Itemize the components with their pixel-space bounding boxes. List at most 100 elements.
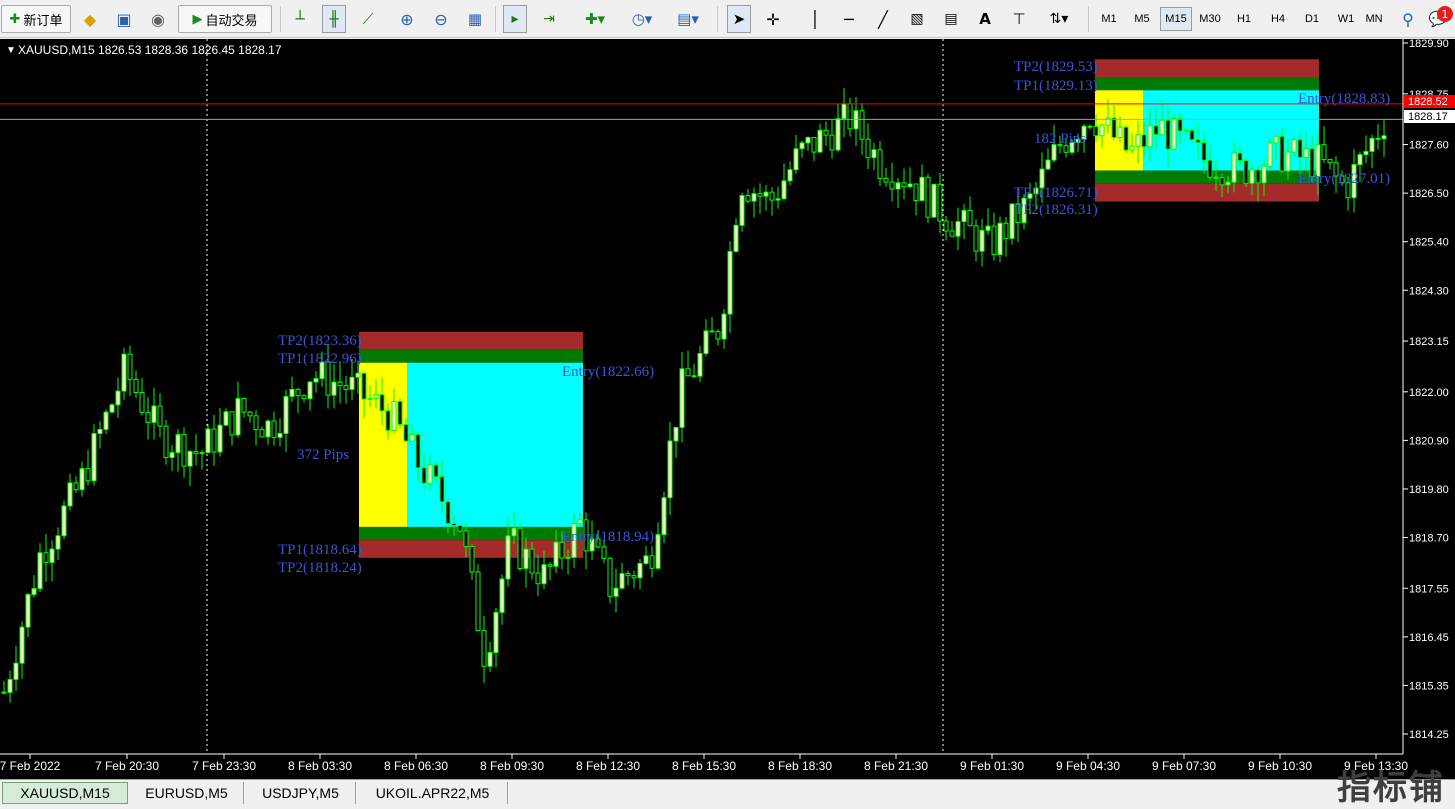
tab-ukoil-apr22-m5[interactable]: UKOIL.APR22,M5 [358, 782, 508, 804]
box2-entry-top-label: Entry(1828.83) [1298, 91, 1390, 107]
periods-dropdown-icon[interactable]: ◷▾ [624, 5, 660, 33]
templates-dropdown-icon[interactable]: ▤▾ [670, 5, 706, 33]
zoom-in-icon[interactable]: ⊕ [395, 5, 419, 33]
candle-body [727, 250, 733, 315]
candle-body [901, 182, 907, 188]
candle-body [925, 176, 931, 218]
candle-body [253, 415, 259, 431]
text-label-icon[interactable]: ⊤ [1007, 5, 1031, 33]
price-tick-label: 1820.90 [1409, 435, 1449, 447]
watermark-logo: 指标铺 [1337, 768, 1445, 808]
candle-body [907, 183, 913, 188]
candle-body [1369, 137, 1375, 152]
trendline-icon[interactable]: ╱ [871, 5, 895, 33]
tile-windows-icon[interactable]: ▦ [463, 5, 487, 33]
candle-body [955, 221, 961, 237]
candle-body [637, 562, 643, 579]
auto-trading-button[interactable]: ▶ 自动交易 [178, 5, 272, 33]
box2-tp1-top-band [1095, 76, 1319, 91]
candle-body [385, 410, 391, 431]
candle-body [1357, 154, 1363, 166]
candle-body [1045, 159, 1051, 170]
timeframe-h1[interactable]: H1 [1228, 7, 1260, 31]
search-icon[interactable]: ⚲ [1396, 5, 1420, 33]
candle-body [1237, 152, 1243, 162]
candle-body [553, 541, 559, 567]
candle-body [451, 523, 457, 527]
candle-body [295, 388, 301, 397]
candle-body [1231, 152, 1237, 183]
candle-body [799, 142, 805, 150]
candle-body [1225, 181, 1231, 186]
candle-body [1165, 119, 1171, 150]
timeframe-m15[interactable]: M15 [1160, 7, 1192, 31]
text-tool-icon[interactable]: A [973, 5, 997, 33]
candle-body [427, 464, 433, 484]
chart-collapse-icon[interactable]: ▼ [6, 45, 16, 56]
box2-pips-label: 182 Pips [1034, 131, 1086, 147]
candle-body [301, 395, 307, 400]
signals-icon[interactable]: ◉ [146, 5, 170, 33]
candle-body [49, 548, 55, 563]
last-price-label: 1828.17 [1408, 111, 1448, 123]
timeframe-w1[interactable]: W1 [1330, 7, 1362, 31]
candle-body [1213, 176, 1219, 179]
timeframe-m5[interactable]: M5 [1126, 7, 1158, 31]
candle-body [1285, 151, 1291, 172]
market-watch-icon[interactable]: ◆ [78, 5, 102, 33]
price-tick-label: 1822.00 [1409, 387, 1449, 399]
tab-usdjpy-m5[interactable]: USDJPY,M5 [246, 782, 356, 804]
chart-window[interactable]: TP2(1823.36) TP1(1822.96) Entry(1822.66) 37… [0, 39, 1455, 779]
candle-body [409, 433, 415, 442]
candlestick-chart-icon[interactable]: ╫ [322, 5, 346, 33]
price-chart[interactable]: TP2(1823.36) TP1(1822.96) Entry(1822.66) 37… [0, 39, 1455, 779]
candle-body [1117, 126, 1123, 138]
time-tick-label: 8 Feb 15:30 [672, 759, 736, 773]
time-tick-label: 8 Feb 12:30 [576, 759, 640, 773]
candle-body [493, 611, 499, 653]
indicators-dropdown-icon[interactable]: ✚▾ [578, 5, 612, 33]
candle-body [271, 420, 277, 438]
candle-body [1, 691, 7, 694]
candle-body [1321, 144, 1327, 160]
candle-body [1327, 158, 1333, 164]
chart-shift-icon[interactable]: ⇥ [537, 5, 561, 33]
bid-price-label: 1828.52 [1408, 96, 1448, 108]
horizontal-line-icon[interactable]: ─ [837, 5, 861, 33]
candle-body [1135, 134, 1141, 147]
candle-body [403, 424, 409, 442]
time-tick-label: 8 Feb 21:30 [864, 759, 928, 773]
bar-chart-icon[interactable]: ┴ [288, 5, 312, 33]
candle-body [985, 225, 991, 231]
candle-body [139, 392, 145, 413]
cursor-icon[interactable]: ➤ [727, 5, 751, 33]
crosshair-icon[interactable]: ✛ [761, 5, 785, 33]
candle-body [1129, 145, 1135, 151]
candle-body [439, 476, 445, 503]
timeframe-d1[interactable]: D1 [1296, 7, 1328, 31]
candle-body [205, 428, 211, 454]
auto-scroll-icon[interactable]: ▸ [503, 5, 527, 33]
timeframe-mn[interactable]: MN [1362, 7, 1386, 31]
navigator-icon[interactable]: ▣ [112, 5, 136, 33]
candle-body [1099, 124, 1105, 137]
candle-body [1147, 125, 1153, 148]
candle-body [391, 400, 397, 431]
box1-tp1-bottom-label: TP1(1818.64) [278, 542, 362, 558]
new-order-button[interactable]: ✚ 新订单 [1, 5, 71, 33]
fibonacci-icon[interactable]: ▤ [939, 5, 963, 33]
timeframe-h4[interactable]: H4 [1262, 7, 1294, 31]
equidistant-channel-icon[interactable]: ▧ [905, 5, 929, 33]
candle-body [715, 331, 721, 340]
timeframe-m30[interactable]: M30 [1194, 7, 1226, 31]
candle-body [847, 103, 853, 130]
arrows-dropdown-icon[interactable]: ⇅▾ [1041, 5, 1077, 33]
candle-body [655, 534, 661, 569]
vertical-line-icon[interactable]: │ [803, 5, 827, 33]
tab-eurusd-m5[interactable]: EURUSD,M5 [130, 782, 244, 804]
new-order-label: 新订单 [23, 13, 63, 29]
line-chart-icon[interactable]: ⟋ [356, 5, 380, 33]
timeframe-m1[interactable]: M1 [1093, 7, 1125, 31]
zoom-out-icon[interactable]: ⊖ [429, 5, 453, 33]
tab-xauusd-m15[interactable]: XAUUSD,M15 [2, 782, 128, 804]
